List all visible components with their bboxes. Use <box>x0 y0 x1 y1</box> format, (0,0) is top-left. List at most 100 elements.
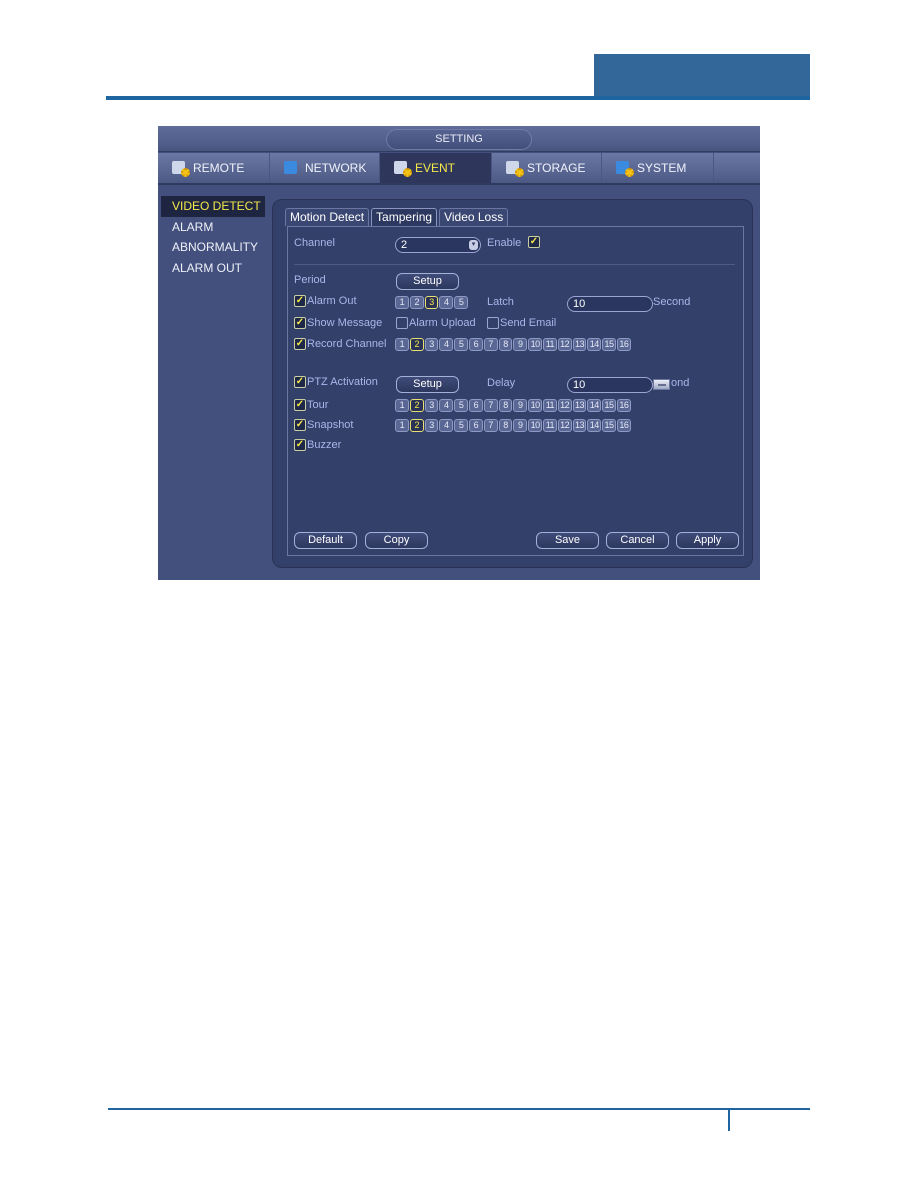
tour-channel-7[interactable]: 7 <box>483 399 498 412</box>
snapshot-channel-8[interactable]: 8 <box>498 419 513 432</box>
delay-unit: ond <box>671 377 690 389</box>
record-channel-14[interactable]: 14 <box>587 338 602 351</box>
send-email-label: Send Email <box>500 317 557 329</box>
record-channel-10[interactable]: 10 <box>528 338 542 351</box>
page-header-block <box>594 54 810 98</box>
record-channel-8[interactable]: 8 <box>498 338 513 351</box>
period-label: Period <box>294 274 326 286</box>
tour-channel-4[interactable]: 4 <box>439 399 454 412</box>
subtab-video-loss[interactable]: Video Loss <box>439 208 509 226</box>
record-channel-9[interactable]: 9 <box>513 338 528 351</box>
alarm-out-channel-3[interactable]: 3 <box>424 296 439 309</box>
tour-channel-13[interactable]: 13 <box>572 399 587 412</box>
delay-value: 10 <box>573 379 586 391</box>
copy-button[interactable]: Copy <box>365 532 428 549</box>
tour-checkbox[interactable]: ✓ Tour <box>294 399 328 411</box>
record-channel-13[interactable]: 13 <box>572 338 587 351</box>
tour-channel-5[interactable]: 5 <box>454 399 468 412</box>
record-channel-5[interactable]: 5 <box>454 338 468 351</box>
sidebar-item-abnormality[interactable]: ABNORMALITY <box>158 237 266 258</box>
snapshot-channel-13[interactable]: 13 <box>572 419 587 432</box>
default-button[interactable]: Default <box>294 532 357 549</box>
send-email-checkbox[interactable]: Send Email <box>487 317 556 329</box>
main-tab-bar: REMOTE NETWORK EVENT STORAGE SYSTEM <box>158 153 760 185</box>
tab-network[interactable]: NETWORK <box>270 153 380 183</box>
snapshot-channel-3[interactable]: 3 <box>424 419 439 432</box>
snapshot-channel-9[interactable]: 9 <box>513 419 528 432</box>
tour-channel-11[interactable]: 11 <box>542 399 557 412</box>
ptz-activation-label: PTZ Activation <box>307 376 378 388</box>
buzzer-checkbox[interactable]: ✓ Buzzer <box>294 439 341 451</box>
alarm-upload-label: Alarm Upload <box>409 317 476 329</box>
alarm-out-channel-2[interactable]: 2 <box>409 296 424 309</box>
record-channel-11[interactable]: 11 <box>542 338 557 351</box>
check-icon: ✓ <box>294 295 306 307</box>
tour-channel-3[interactable]: 3 <box>424 399 439 412</box>
alarm-upload-checkbox[interactable]: Alarm Upload <box>396 317 476 329</box>
snapshot-channel-11[interactable]: 11 <box>542 419 557 432</box>
record-channel-3[interactable]: 3 <box>424 338 439 351</box>
snapshot-channel-14[interactable]: 14 <box>587 419 602 432</box>
subtab-tampering[interactable]: Tampering <box>371 208 438 226</box>
tab-system[interactable]: SYSTEM <box>602 153 714 183</box>
cancel-button[interactable]: Cancel <box>606 532 669 549</box>
alarm-out-channel-5[interactable]: 5 <box>454 296 468 309</box>
snapshot-channel-15[interactable]: 15 <box>602 419 616 432</box>
tour-channel-15[interactable]: 15 <box>602 399 616 412</box>
snapshot-checkbox[interactable]: ✓ Snapshot <box>294 419 353 431</box>
tour-channel-14[interactable]: 14 <box>587 399 602 412</box>
tour-channel-2[interactable]: 2 <box>409 399 424 412</box>
tour-channel-8[interactable]: 8 <box>498 399 513 412</box>
ptz-setup-button[interactable]: Setup <box>396 376 459 393</box>
alarm-out-channel-1[interactable]: 1 <box>395 296 409 309</box>
record-channel-6[interactable]: 6 <box>468 338 483 351</box>
apply-button[interactable]: Apply <box>676 532 739 549</box>
record-channel-7[interactable]: 7 <box>483 338 498 351</box>
alarm-out-checkbox[interactable]: ✓ Alarm Out <box>294 295 357 307</box>
tour-channel-16[interactable]: 16 <box>616 399 631 412</box>
sidebar-item-video-detect[interactable]: VIDEO DETECT <box>161 196 265 217</box>
tour-channel-10[interactable]: 10 <box>528 399 542 412</box>
snapshot-channel-10[interactable]: 10 <box>528 419 542 432</box>
checkbox-empty-icon <box>487 317 499 329</box>
record-channel-15[interactable]: 15 <box>602 338 616 351</box>
enable-checkbox[interactable]: ✓ <box>528 236 540 248</box>
record-channel-2[interactable]: 2 <box>409 338 424 351</box>
snapshot-channel-1[interactable]: 1 <box>395 419 409 432</box>
tab-remote[interactable]: REMOTE <box>158 153 270 183</box>
tab-event[interactable]: EVENT <box>380 153 492 183</box>
check-icon: ✓ <box>294 317 306 329</box>
record-channel-checkbox[interactable]: ✓ Record Channel <box>294 338 387 350</box>
snapshot-channel-6[interactable]: 6 <box>468 419 483 432</box>
tour-channel-6[interactable]: 6 <box>468 399 483 412</box>
snapshot-channel-2[interactable]: 2 <box>409 419 424 432</box>
record-channel-4[interactable]: 4 <box>439 338 454 351</box>
show-message-checkbox[interactable]: ✓ Show Message <box>294 317 382 329</box>
tour-channel-12[interactable]: 12 <box>557 399 572 412</box>
delay-input[interactable]: 10 <box>567 377 653 393</box>
tour-channel-9[interactable]: 9 <box>513 399 528 412</box>
snapshot-channel-7[interactable]: 7 <box>483 419 498 432</box>
subtab-motion-detect[interactable]: Motion Detect <box>285 208 370 226</box>
buzzer-label: Buzzer <box>307 439 342 451</box>
sidebar-item-alarm-out[interactable]: ALARM OUT <box>158 258 266 279</box>
snapshot-channel-5[interactable]: 5 <box>454 419 468 432</box>
alarm-out-channel-4[interactable]: 4 <box>439 296 454 309</box>
tab-storage[interactable]: STORAGE <box>492 153 602 183</box>
channel-select[interactable]: 2 ▾ <box>395 237 481 253</box>
record-channel-12[interactable]: 12 <box>557 338 572 351</box>
window-title: SETTING <box>386 129 532 150</box>
record-channel-16[interactable]: 16 <box>616 338 631 351</box>
sidebar-item-alarm[interactable]: ALARM <box>158 217 266 238</box>
snapshot-channel-16[interactable]: 16 <box>616 419 631 432</box>
latch-input[interactable]: 10 <box>567 296 653 312</box>
period-setup-button[interactable]: Setup <box>396 273 459 290</box>
save-button[interactable]: Save <box>536 532 599 549</box>
latch-unit: Second <box>653 296 691 308</box>
tour-channel-1[interactable]: 1 <box>395 399 409 412</box>
record-channel-1[interactable]: 1 <box>395 338 409 351</box>
keyboard-icon[interactable] <box>653 379 670 390</box>
snapshot-channel-12[interactable]: 12 <box>557 419 572 432</box>
snapshot-channel-4[interactable]: 4 <box>439 419 454 432</box>
ptz-activation-checkbox[interactable]: ✓ PTZ Activation <box>294 376 378 388</box>
